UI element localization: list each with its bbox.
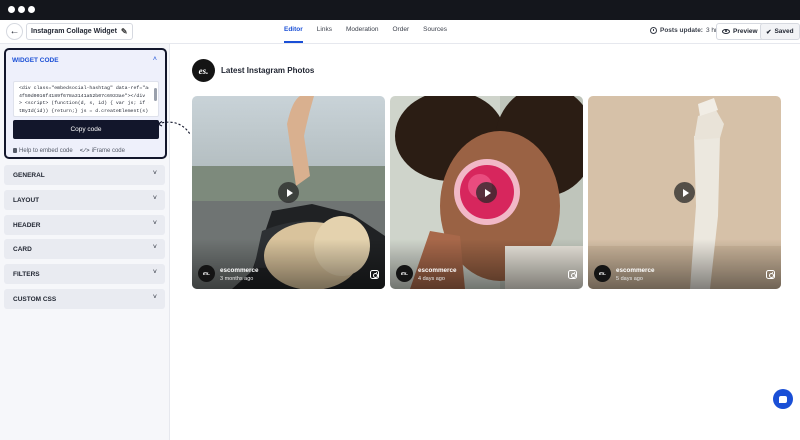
- section-label: GENERAL: [13, 172, 45, 179]
- widget-code-heading[interactable]: WIDGET CODE: [12, 57, 59, 64]
- chevron-down-icon: ˅: [152, 244, 157, 251]
- settings-sidebar: WIDGET CODE ˄ <div class="embedsocial-ha…: [0, 44, 170, 440]
- window-dot-icon: [8, 6, 15, 13]
- post-time: 4 days ago: [418, 276, 445, 282]
- play-icon[interactable]: [674, 182, 695, 203]
- tab-moderation[interactable]: Moderation: [346, 20, 379, 43]
- tab-editor[interactable]: Editor: [284, 20, 303, 43]
- back-button[interactable]: ←: [6, 23, 23, 40]
- tab-order[interactable]: Order: [393, 20, 410, 43]
- section-label: FILTERS: [13, 271, 40, 278]
- check-icon: ✔: [766, 28, 772, 36]
- chat-support-icon[interactable]: [773, 389, 793, 409]
- editor-tabs: Editor Links Moderation Order Sources: [284, 20, 447, 43]
- widget-title[interactable]: Instagram Collage Widget ✎: [26, 23, 133, 40]
- code-line: > <script> (function(d, s, id) { var js;…: [19, 101, 149, 107]
- section-card[interactable]: CARD ˅: [4, 239, 165, 259]
- avatar: es.: [396, 265, 413, 282]
- widget-title-text: Instagram Collage Widget: [31, 28, 117, 35]
- section-layout[interactable]: LAYOUT ˅: [4, 190, 165, 210]
- chevron-up-icon[interactable]: ˄: [153, 56, 157, 63]
- help-links: Help to embed code </> iFrame code: [13, 147, 125, 154]
- post-time: 5 days ago: [616, 276, 643, 282]
- chevron-down-icon: ˅: [152, 269, 157, 276]
- dashed-arrow-connector: [157, 121, 191, 135]
- posts-update-status: Posts update: 3 hr: [650, 27, 717, 34]
- preview-button-label: Preview: [733, 28, 758, 35]
- section-general[interactable]: GENERAL ˅: [4, 165, 165, 185]
- top-bar: ← Instagram Collage Widget ✎ Editor Link…: [0, 20, 800, 44]
- play-icon[interactable]: [476, 182, 497, 203]
- help-embed-link[interactable]: Help to embed code: [13, 147, 73, 154]
- code-icon: </>: [79, 147, 90, 154]
- post-username: escommerce: [616, 267, 655, 274]
- code-line: <div class="embedsocial-hashtag" data-re…: [19, 86, 149, 91]
- section-label: CARD: [13, 246, 32, 253]
- window-dot-icon: [18, 6, 25, 13]
- feed-title: Latest Instagram Photos: [221, 66, 315, 75]
- iframe-code-link[interactable]: </> iFrame code: [80, 147, 125, 154]
- code-scrollbar[interactable]: [154, 88, 157, 101]
- section-header[interactable]: HEADER ˅: [4, 215, 165, 235]
- saved-button[interactable]: ✔ Saved: [760, 23, 800, 40]
- clock-icon: [650, 27, 657, 34]
- embed-code-textarea[interactable]: <div class="embedsocial-hashtag" data-re…: [13, 81, 159, 117]
- code-line: 4f50d0016f4189f678a3141a52b07c6933ae"></…: [19, 93, 146, 99]
- window-titlebar: [0, 0, 800, 20]
- saved-button-label: Saved: [774, 28, 794, 35]
- document-icon: [13, 148, 17, 153]
- section-label: HEADER: [13, 222, 41, 229]
- post-card[interactable]: es. escommerce 3 months ago: [192, 96, 385, 289]
- brand-logo: es.: [192, 59, 215, 82]
- section-filters[interactable]: FILTERS ˅: [4, 264, 165, 284]
- avatar: es.: [198, 265, 215, 282]
- posts-update-label: Posts update:: [660, 27, 703, 34]
- tab-sources[interactable]: Sources: [423, 20, 447, 43]
- arrow-left-icon: ←: [9, 25, 20, 37]
- chevron-down-icon: ˅: [152, 294, 157, 301]
- widget-code-panel: WIDGET CODE ˄ <div class="embedsocial-ha…: [4, 48, 167, 159]
- tab-links[interactable]: Links: [317, 20, 332, 43]
- section-label: LAYOUT: [13, 197, 40, 204]
- preview-button[interactable]: Preview: [716, 23, 764, 40]
- chevron-down-icon: ˅: [152, 195, 157, 202]
- section-label: CUSTOM CSS: [13, 296, 57, 303]
- window-dot-icon: [28, 6, 35, 13]
- post-username: escommerce: [220, 267, 259, 274]
- post-card[interactable]: es. escommerce 5 days ago: [588, 96, 781, 289]
- post-card[interactable]: es. escommerce 4 days ago: [390, 96, 583, 289]
- code-line: tById(id)) {return;} js = d.createElemen…: [19, 108, 149, 114]
- post-time: 3 months ago: [220, 276, 254, 282]
- instagram-icon[interactable]: [766, 270, 775, 279]
- iframe-code-label: iFrame code: [91, 147, 125, 154]
- copy-code-button[interactable]: Copy code: [13, 120, 159, 139]
- instagram-icon[interactable]: [568, 270, 577, 279]
- help-embed-label: Help to embed code: [19, 147, 73, 154]
- instagram-icon[interactable]: [370, 270, 379, 279]
- post-username: escommerce: [418, 267, 457, 274]
- eye-icon: [722, 29, 730, 34]
- section-custom-css[interactable]: CUSTOM CSS ˅: [4, 289, 165, 309]
- pencil-icon[interactable]: ✎: [121, 27, 128, 36]
- chevron-down-icon: ˅: [152, 170, 157, 177]
- play-icon[interactable]: [278, 182, 299, 203]
- avatar: es.: [594, 265, 611, 282]
- chevron-down-icon: ˅: [152, 220, 157, 227]
